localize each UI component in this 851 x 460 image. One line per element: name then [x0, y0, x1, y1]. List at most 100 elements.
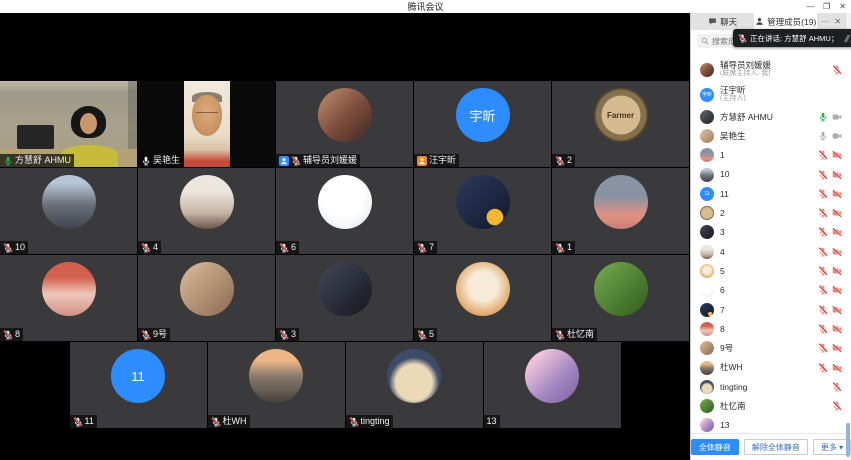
member-camera-muted-icon — [832, 189, 842, 199]
video-tile[interactable]: 方慧舒 AHMU — [0, 81, 137, 167]
video-tile[interactable]: 杜忆南 — [552, 255, 689, 341]
tab-chat[interactable]: 聊天 — [691, 13, 754, 30]
member-role: (联席主持人, 我) — [720, 70, 832, 78]
participant-avatar: 11 — [111, 349, 165, 403]
member-row[interactable]: 9号 — [691, 339, 851, 358]
member-name: 10 — [720, 169, 818, 179]
participant-avatar — [42, 175, 96, 229]
member-avatar — [700, 168, 714, 182]
tile-name-label: 2 — [567, 155, 572, 166]
tile-mic-muted-icon — [555, 330, 565, 340]
video-tile[interactable]: 7 — [414, 168, 551, 254]
member-row[interactable]: 7 — [691, 300, 851, 319]
member-avatar — [700, 63, 714, 77]
cohost-badge — [279, 156, 289, 166]
video-tile[interactable]: tingting — [346, 342, 483, 428]
participant-avatar — [180, 262, 234, 316]
video-tile[interactable]: 吴艳生 — [138, 81, 275, 167]
tile-mic-on-icon — [141, 156, 151, 166]
maximize-button[interactable]: ❐ — [823, 0, 830, 13]
panel-more-button[interactable]: ⋯ — [821, 17, 829, 26]
tile-mic-muted-icon — [291, 156, 301, 166]
participant-avatar — [318, 175, 372, 229]
member-mic-muted-icon — [818, 324, 828, 334]
member-row[interactable]: 辅导员刘媛媛(联席主持人, 我) — [691, 57, 851, 82]
video-tile[interactable]: 13 — [484, 342, 621, 428]
video-tile[interactable]: Farmer 2 — [552, 81, 689, 167]
tile-name-bar: tingting — [346, 415, 393, 428]
tile-name-bar: 辅导员刘媛媛 — [276, 154, 360, 167]
participant-avatar — [525, 349, 579, 403]
member-name: tingting — [720, 382, 832, 392]
video-tile[interactable]: 1 — [552, 168, 689, 254]
member-camera-on-icon — [832, 131, 842, 141]
member-camera-muted-icon — [832, 247, 842, 257]
member-row[interactable]: 8 — [691, 319, 851, 338]
tile-mic-muted-icon — [279, 243, 289, 253]
member-avatar — [700, 148, 714, 162]
member-avatar — [700, 303, 714, 317]
video-tile[interactable]: 8 — [0, 255, 137, 341]
member-row[interactable]: 宇昕汪宇昕(主持人) — [691, 82, 851, 107]
mute-all-button[interactable]: 全体静音 — [691, 439, 739, 455]
member-name: 6 — [720, 285, 818, 295]
member-avatar — [700, 206, 714, 220]
member-row[interactable]: 杜忆南 — [691, 396, 851, 415]
unmute-all-button[interactable]: 解除全体静音 — [744, 439, 808, 455]
scrollbar-thumb[interactable] — [846, 423, 850, 457]
panel-close-button[interactable]: ✕ — [834, 17, 841, 26]
member-camera-muted-icon — [832, 227, 842, 237]
tile-name-bar: 1 — [552, 241, 575, 254]
member-row[interactable]: 10 — [691, 165, 851, 184]
member-mic-muted-icon — [818, 189, 828, 199]
participant-avatar: 宇昕 — [456, 88, 510, 142]
video-tile[interactable]: 11 11 — [70, 342, 207, 428]
participant-avatar — [387, 349, 441, 403]
member-row[interactable]: 杜WH — [691, 358, 851, 377]
member-row[interactable]: tingting — [691, 377, 851, 396]
tab-manage-members[interactable]: 管理成员(19) — [754, 13, 817, 30]
member-mic-active-icon — [818, 112, 828, 122]
member-camera-muted-icon — [832, 343, 842, 353]
close-button[interactable]: ✕ — [839, 0, 846, 13]
member-row[interactable]: 1111 — [691, 184, 851, 203]
tile-name-label: 杜WH — [223, 416, 247, 427]
member-list: 辅导员刘媛媛(联席主持人, 我) 宇昕汪宇昕(主持人)方慧舒 AHMU 吴艳生 … — [691, 52, 851, 434]
member-camera-muted-icon — [832, 363, 842, 373]
member-avatar — [700, 380, 714, 394]
member-row[interactable]: 13 — [691, 416, 851, 434]
participant-avatar: Farmer — [594, 88, 648, 142]
member-row[interactable]: 5 — [691, 261, 851, 280]
member-camera-muted-icon — [832, 324, 842, 334]
member-row[interactable]: 4 — [691, 242, 851, 261]
participant-avatar — [456, 262, 510, 316]
member-row[interactable]: 6 — [691, 281, 851, 300]
member-row[interactable]: 3 — [691, 223, 851, 242]
video-tile[interactable]: 9号 — [138, 255, 275, 341]
video-tile[interactable]: 辅导员刘媛媛 — [276, 81, 413, 167]
video-grid-area: 方慧舒 AHMU 吴艳生 辅导员刘媛媛宇昕汪宇昕Farmer 2 10 4 — [0, 13, 690, 460]
tile-mic-muted-icon — [417, 243, 427, 253]
video-tile[interactable]: 3 — [276, 255, 413, 341]
member-avatar — [700, 245, 714, 259]
video-tile[interactable]: 4 — [138, 168, 275, 254]
tile-name-bar: 7 — [414, 241, 437, 254]
member-mic-muted-icon — [818, 247, 828, 257]
member-row[interactable]: 吴艳生 — [691, 126, 851, 145]
tile-name-label: 杜忆南 — [567, 329, 594, 340]
participant-avatar — [42, 262, 96, 316]
video-tile[interactable]: 5 — [414, 255, 551, 341]
member-row[interactable]: 方慧舒 AHMU — [691, 107, 851, 126]
video-tile[interactable]: 杜WH — [208, 342, 345, 428]
video-tile[interactable]: 宇昕汪宇昕 — [414, 81, 551, 167]
speaking-mic-icon — [738, 34, 747, 43]
minimize-button[interactable]: — — [806, 0, 814, 13]
tile-name-label: 11 — [85, 416, 94, 427]
member-avatar — [700, 264, 714, 278]
member-name: 方慧舒 AHMU — [720, 112, 818, 122]
member-row[interactable]: 1 — [691, 146, 851, 165]
video-tile[interactable]: 6 — [276, 168, 413, 254]
video-tile[interactable]: 10 — [0, 168, 137, 254]
member-row[interactable]: 2 — [691, 203, 851, 222]
member-name: 汪宇昕 — [720, 85, 842, 95]
